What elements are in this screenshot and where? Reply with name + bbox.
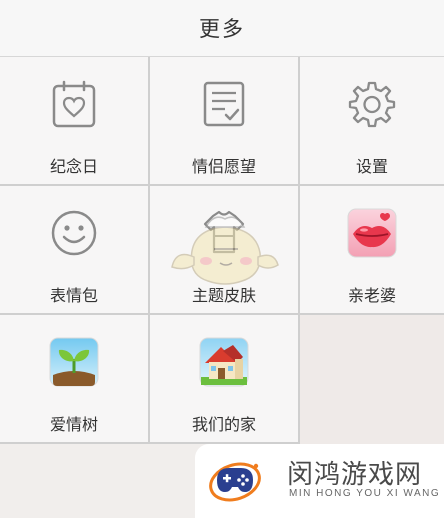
grid-item-kiss-wife[interactable]: 亲老婆 (300, 186, 444, 315)
grid-item-our-home[interactable]: 我们的家 (150, 315, 300, 444)
grid-item-label: 爱情树 (49, 415, 98, 434)
gamepad-logo-icon (209, 462, 261, 502)
top-bar: 更多 (0, 0, 444, 57)
grid-item-love-tree[interactable]: 爱情树 (0, 315, 150, 444)
house-icon (199, 337, 249, 387)
grid-item-couple-wish[interactable]: 情侣愿望 (150, 57, 300, 186)
grid-item-label: 亲老婆 (347, 286, 396, 305)
empty-grid-slot (300, 315, 444, 444)
grid-item-label: 我们的家 (191, 415, 256, 434)
grid-item-anniversary[interactable]: 纪念日 (0, 57, 150, 186)
watermark-badge: 闵鸿游戏网 MIN HONG YOU XI WANG (195, 444, 444, 518)
page-title: 更多 (199, 17, 245, 41)
calendar-heart-icon (52, 80, 96, 128)
grid-item-label: 表情包 (49, 286, 98, 305)
wish-list-icon (203, 81, 245, 127)
grid-item-label: 纪念日 (49, 157, 98, 176)
grid-item-label: 情侣愿望 (191, 157, 256, 176)
gear-icon (348, 81, 396, 128)
mascot-overlay (171, 216, 279, 285)
sprout-icon (49, 337, 99, 387)
watermark-name-en: MIN HONG YOU XI WANG (289, 488, 441, 499)
grid-item-settings[interactable]: 设置 (300, 57, 444, 186)
smiley-icon (51, 210, 97, 256)
grid-item-stickers[interactable]: 表情包 (0, 186, 150, 315)
kiss-lips-icon (347, 208, 397, 258)
grid-item-label: 设置 (355, 157, 388, 176)
watermark-name-cn: 闵鸿游戏网 (287, 460, 423, 490)
